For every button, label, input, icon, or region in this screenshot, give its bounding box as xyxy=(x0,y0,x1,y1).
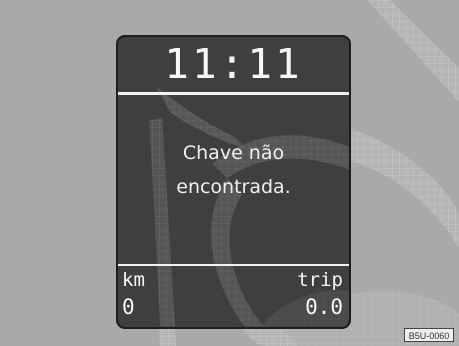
figure-code: B5U-0060 xyxy=(404,328,454,342)
instrument-display: 11:11 Chave não encontrada. km 0 trip 0.… xyxy=(116,35,351,329)
top-divider xyxy=(118,92,349,95)
message-line-2: encontrada. xyxy=(176,176,291,198)
trip-label: trip xyxy=(297,269,343,291)
clock-time: 11:11 xyxy=(164,40,303,88)
km-label: km xyxy=(122,269,145,291)
trip-value: 0.0 xyxy=(305,295,343,319)
message-line-1: Chave não xyxy=(182,142,285,164)
bottom-divider xyxy=(118,264,349,266)
warning-message: Chave não encontrada. xyxy=(118,136,349,204)
km-value: 0 xyxy=(122,295,135,319)
